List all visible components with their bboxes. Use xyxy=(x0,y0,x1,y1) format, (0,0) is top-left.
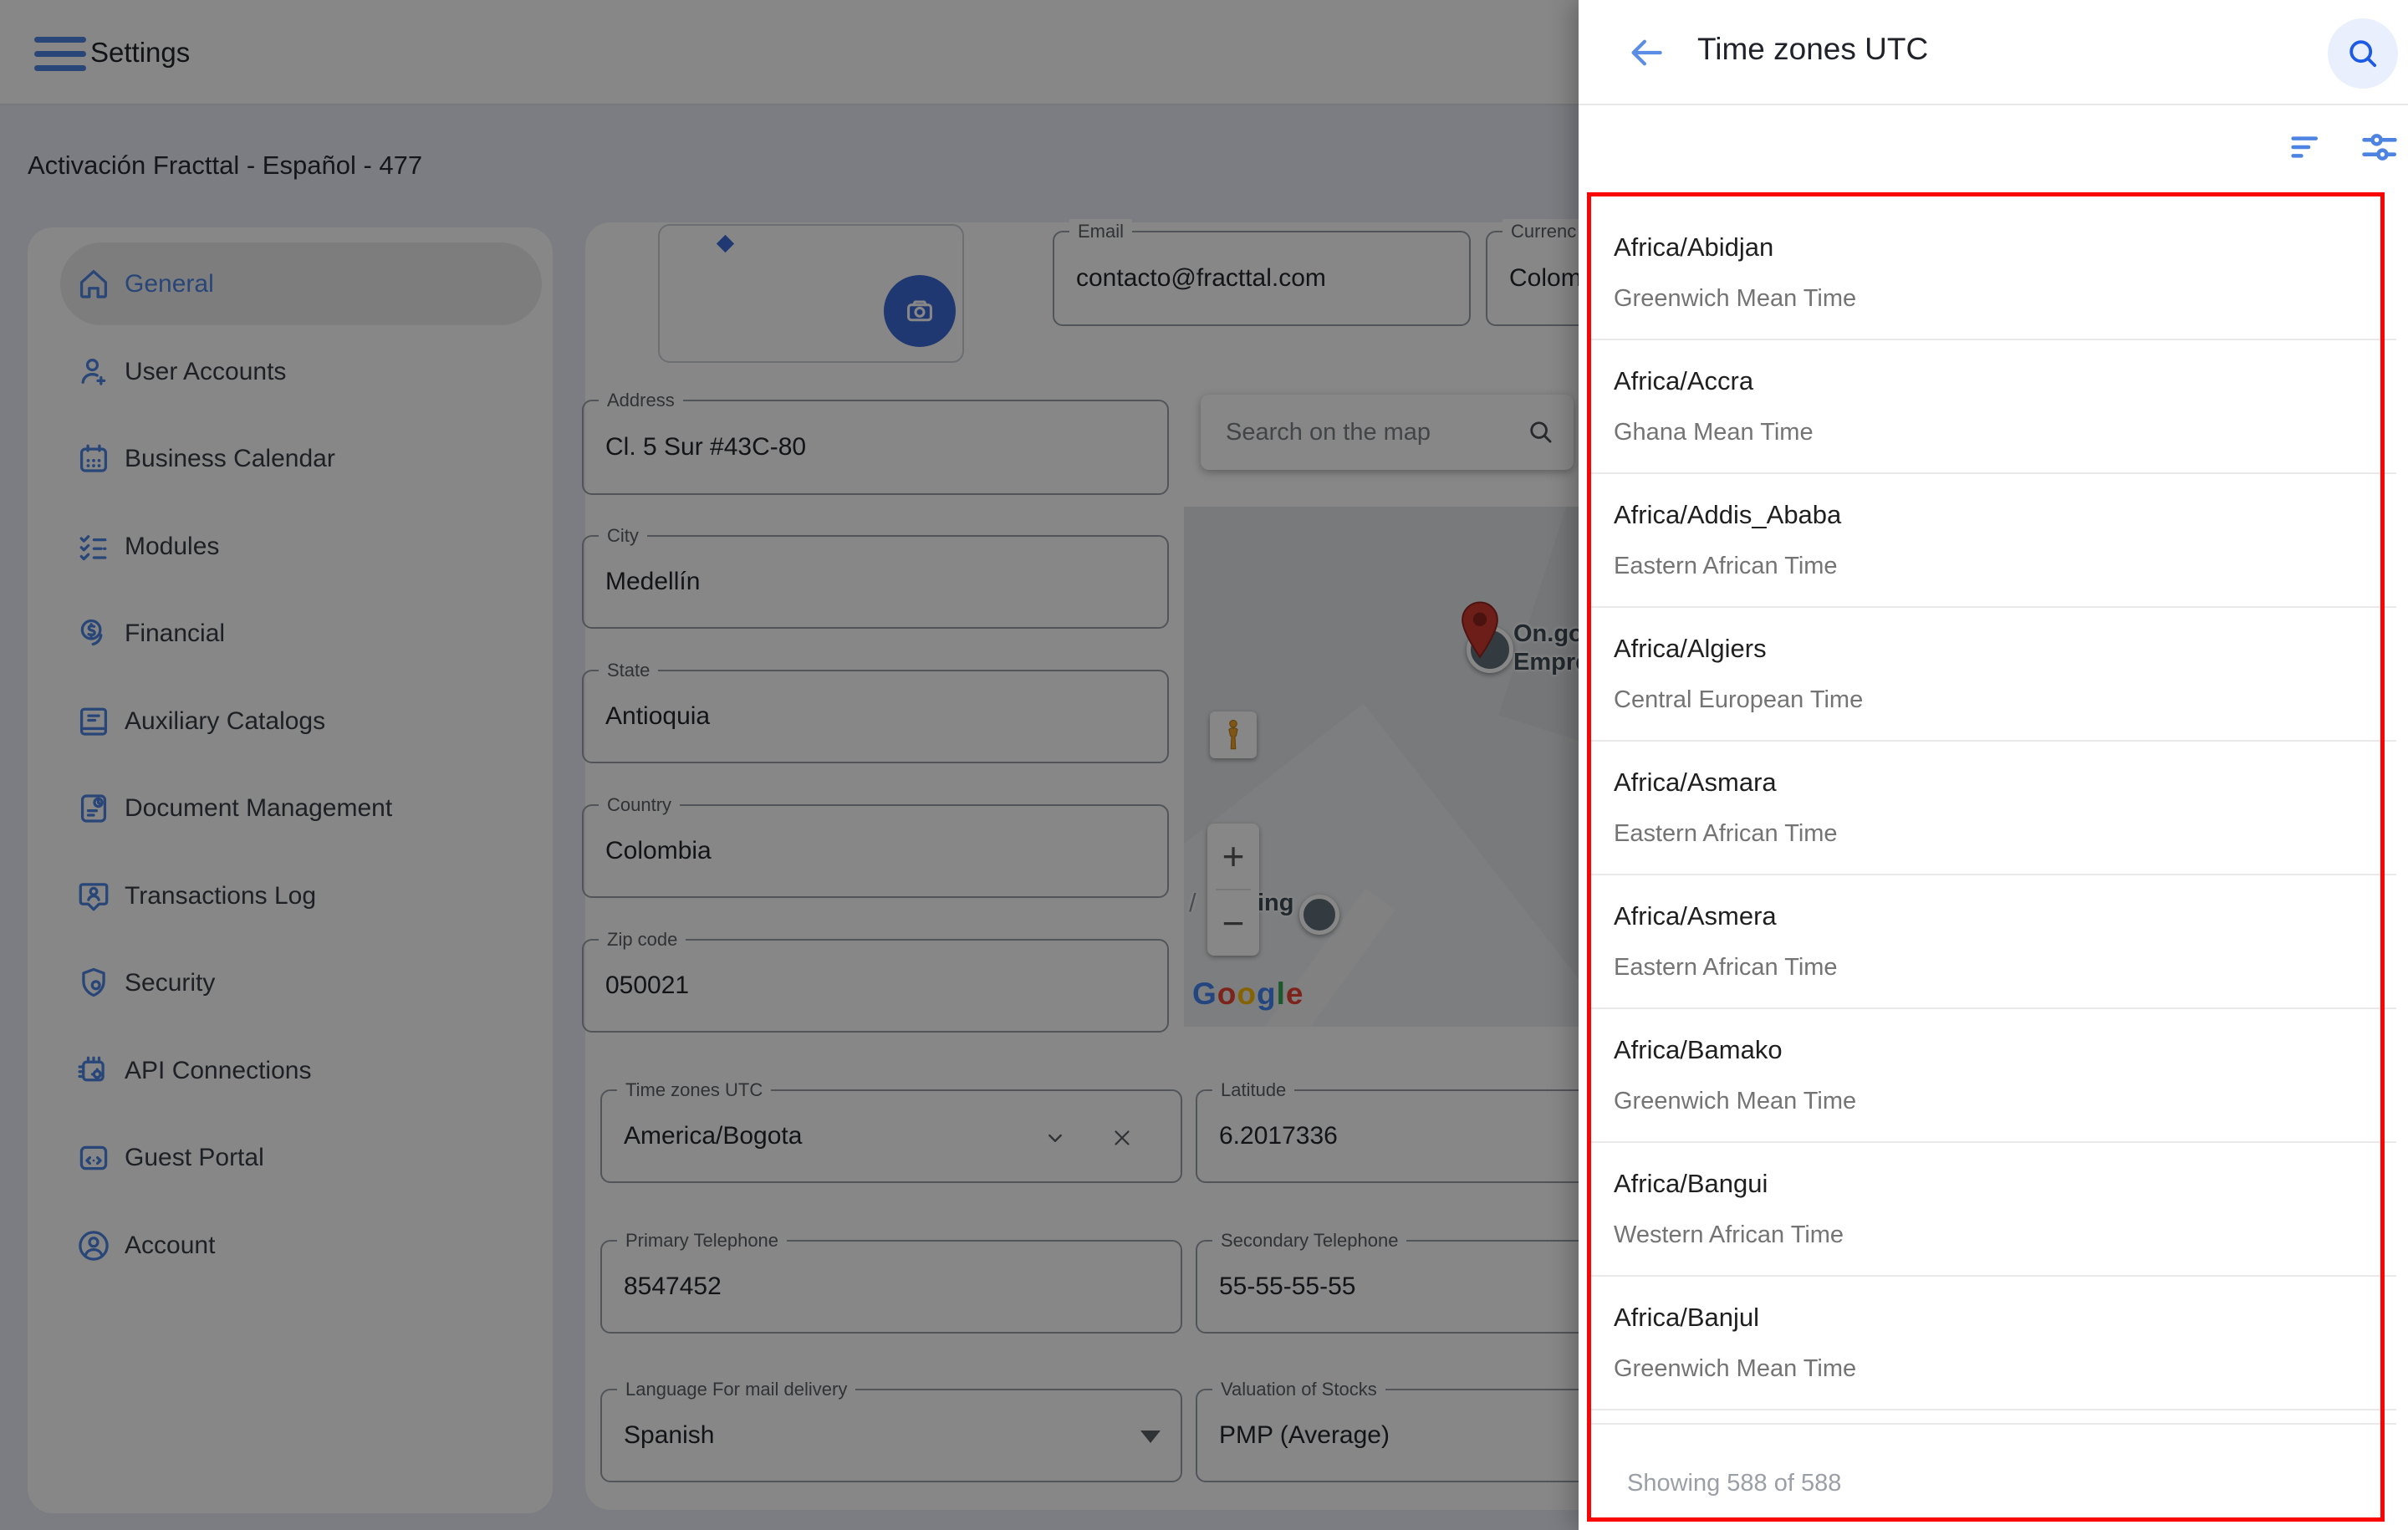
result-count: Showing 588 of 588 xyxy=(1627,1470,2396,1497)
timezone-option[interactable]: Africa/Asmera Eastern African Time xyxy=(1590,875,2396,1009)
panel-search-button[interactable] xyxy=(2328,18,2398,89)
timezone-option[interactable]: Africa/Algiers Central European Time xyxy=(1590,608,2396,742)
screen: Settings Activación Fracttal - Español -… xyxy=(0,0,2408,1530)
list-footer: Showing 588 of 588 xyxy=(1590,1423,2396,1530)
timezone-option[interactable]: Africa/Accra Ghana Mean Time xyxy=(1590,340,2396,474)
timezone-option[interactable]: Africa/Bamako Greenwich Mean Time xyxy=(1590,1009,2396,1143)
timezone-option[interactable]: Africa/Asmara Eastern African Time xyxy=(1590,742,2396,875)
timezone-option[interactable]: Africa/Banjul Greenwich Mean Time xyxy=(1590,1277,2396,1410)
timezone-option[interactable]: Africa/Addis_Ababa Eastern African Time xyxy=(1590,474,2396,608)
panel-header: Time zones UTC xyxy=(1579,0,2408,105)
timezone-picker-panel: Time zones UTC Africa/Abidjan Greenwich … xyxy=(1579,0,2408,1530)
timezone-option[interactable]: Africa/Bangui Western African Time xyxy=(1590,1143,2396,1277)
timezone-list: Africa/Abidjan Greenwich Mean Time Afric… xyxy=(1590,196,2396,1410)
back-arrow-icon[interactable] xyxy=(1625,32,1667,74)
panel-title: Time zones UTC xyxy=(1697,32,1928,67)
timezone-option[interactable]: Africa/Abidjan Greenwich Mean Time xyxy=(1590,207,2396,340)
tune-filters-icon[interactable] xyxy=(2358,125,2401,169)
sort-filter-icon[interactable] xyxy=(2286,125,2329,169)
search-icon xyxy=(2344,34,2382,73)
